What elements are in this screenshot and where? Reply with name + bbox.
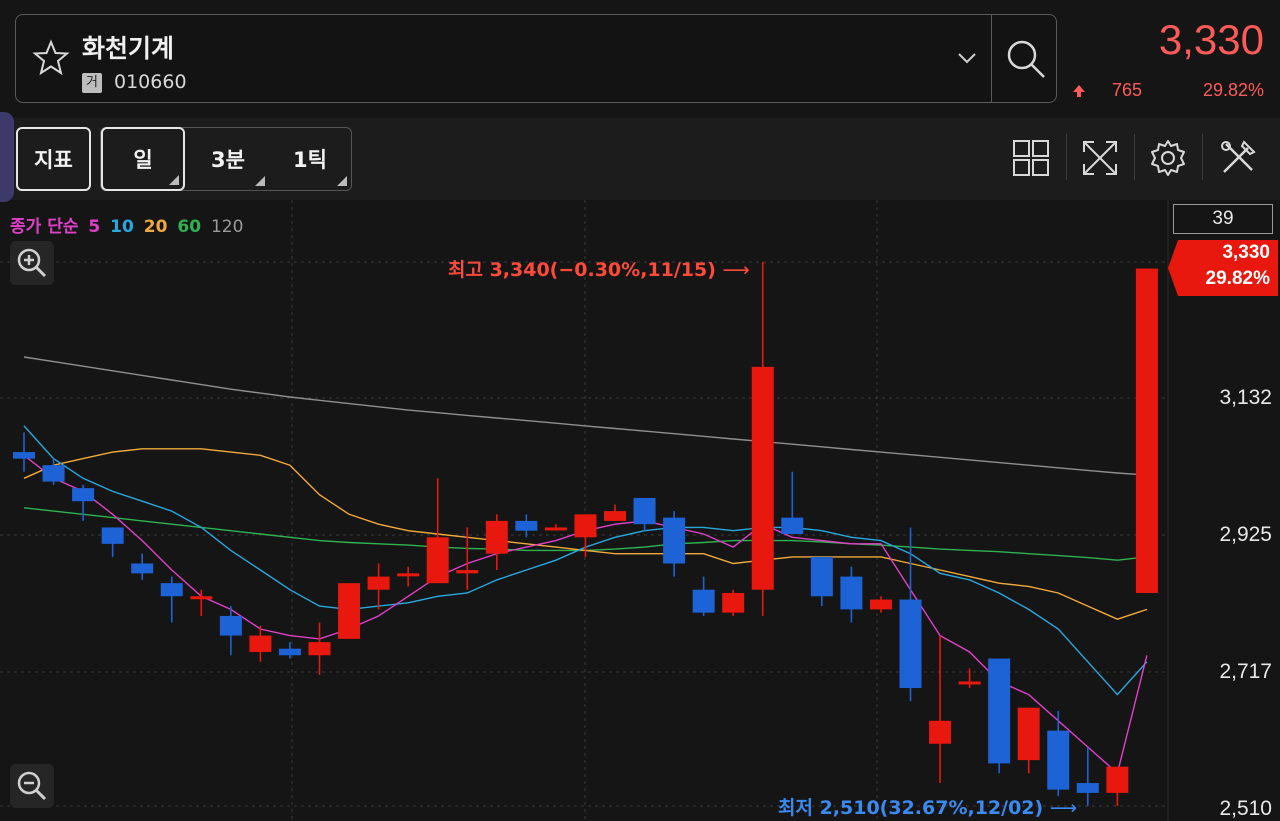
candle-body (485, 520, 508, 554)
high-price-text: 최고 3,340(−0.30%,11/15) (448, 259, 716, 281)
candle-body (397, 573, 420, 577)
stock-search-box[interactable]: 화천기계 거 010660 (15, 14, 1057, 103)
candle-body (663, 517, 686, 564)
period-1tick-button[interactable]: 1틱 (269, 128, 351, 190)
candle-body (278, 648, 301, 656)
up-arrow-icon (1073, 85, 1085, 97)
arrow-right-icon: ⟶ (1049, 797, 1078, 819)
candle-body (308, 642, 331, 656)
candle-body (810, 556, 833, 597)
chevron-down-icon[interactable] (956, 49, 978, 67)
y-tick-label: 2,925 (1219, 523, 1272, 546)
candle-body (869, 599, 892, 610)
star-icon[interactable] (32, 39, 70, 77)
period-label: 1틱 (293, 148, 327, 172)
candle-body (1135, 268, 1158, 593)
y-tick-label: 2,510 (1219, 797, 1272, 820)
price-change-rate: 29.82% (1202, 80, 1264, 100)
legend-ma120: 120 (210, 217, 244, 237)
high-price-annotation: 최고 3,340(−0.30%,11/15) ⟶ (448, 255, 750, 282)
zoom-out-icon[interactable] (10, 764, 54, 808)
candle-body (958, 681, 981, 685)
candle-body (929, 720, 952, 744)
legend-ma5: 5 (88, 217, 101, 237)
candlestick-chart[interactable] (0, 200, 1280, 821)
moving-average-legend: 종가 단순 5 10 20 60 120 (10, 212, 247, 237)
candle-body (722, 592, 745, 613)
candle-body (574, 514, 597, 538)
toolbar-divider (1202, 134, 1203, 180)
candle-body (633, 497, 656, 525)
search-divider (991, 15, 992, 102)
candle-body (1017, 707, 1040, 761)
candle-body (456, 570, 479, 574)
candle-body (338, 583, 361, 639)
candle-body (604, 511, 626, 521)
fullscreen-icon[interactable] (1080, 138, 1120, 178)
candle-body (190, 596, 213, 600)
axis-count-box: 39 (1173, 204, 1273, 234)
tools-icon[interactable] (1218, 138, 1258, 178)
y-tick-label: 2,717 (1219, 660, 1272, 683)
candle-body (219, 615, 242, 636)
candle-body (544, 527, 567, 531)
low-price-text: 최저 2,510(32.67%,12/02) (778, 797, 1044, 819)
current-price-tag-rate: 29.82% (1205, 268, 1270, 289)
side-panel-handle[interactable] (0, 112, 14, 202)
candle-body (1047, 730, 1070, 790)
candle-body (160, 583, 183, 597)
moving-average-line-ma120 (23, 356, 1147, 476)
candle-body (367, 576, 390, 590)
market-badge: 거 (82, 73, 102, 93)
current-price-tag: 3,330 29.82% (1168, 240, 1278, 296)
price-change: 765 (1112, 80, 1143, 100)
zoom-in-icon[interactable] (10, 241, 54, 285)
candle-body (1076, 783, 1099, 793)
candle-body (131, 563, 154, 574)
arrow-right-icon: ⟶ (722, 259, 750, 281)
candle-body (249, 635, 272, 652)
period-selector: 일 3분 1틱 (100, 127, 352, 191)
period-3min-button[interactable]: 3분 (187, 128, 269, 190)
toolbar-divider (1066, 134, 1067, 180)
legend-ma60: 60 (177, 217, 202, 237)
period-daily-button[interactable]: 일 (101, 127, 185, 191)
candle-body (72, 488, 95, 502)
candle-body (988, 658, 1011, 764)
dropdown-corner-icon (169, 175, 179, 185)
indicator-button[interactable]: 지표 (16, 127, 91, 191)
current-price-tag-price: 3,330 (1222, 242, 1270, 263)
period-label: 3분 (211, 148, 245, 172)
current-price: 3,330 (1158, 16, 1264, 63)
candle-body (781, 517, 804, 534)
candle-body (1106, 766, 1129, 793)
legend-prefix: 종가 단순 (10, 217, 79, 237)
candle-body (899, 599, 922, 689)
toolbar-divider (1134, 134, 1135, 180)
candle-body (515, 520, 538, 531)
layout-grid-icon[interactable] (1011, 138, 1051, 178)
y-tick-label: 3,132 (1219, 386, 1272, 409)
candle-body (692, 589, 715, 613)
low-price-annotation: 최저 2,510(32.67%,12/02) ⟶ (778, 793, 1077, 820)
candle-body (101, 527, 124, 544)
candle-body (13, 452, 35, 459)
search-icon[interactable] (1004, 37, 1048, 81)
settings-gear-icon[interactable] (1148, 138, 1188, 178)
candle-body (42, 465, 65, 482)
candle-body (840, 576, 863, 610)
period-label: 일 (133, 148, 153, 172)
legend-ma20: 20 (143, 217, 168, 237)
stock-name: 화천기계 (82, 34, 175, 63)
candle-body (426, 537, 449, 584)
dropdown-corner-icon (337, 176, 347, 186)
stock-code: 010660 (114, 71, 187, 93)
dropdown-corner-icon (255, 176, 265, 186)
legend-ma10: 10 (110, 217, 134, 237)
candle-body (751, 366, 774, 590)
